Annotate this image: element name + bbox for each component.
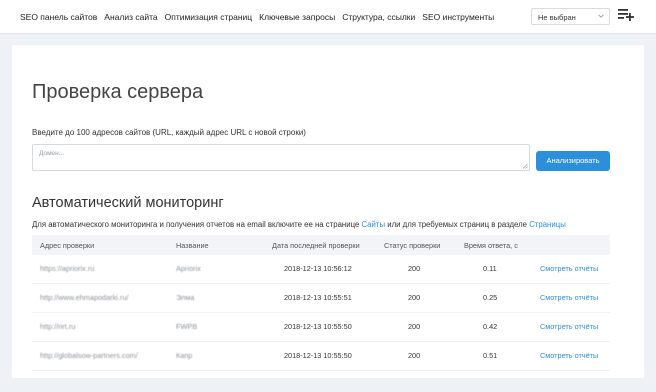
view-reports-link[interactable]: Смотреть отчёты bbox=[540, 322, 598, 331]
site-select-value: Не выбран bbox=[538, 13, 576, 22]
nav-site-analysis[interactable]: Анализ сайта bbox=[104, 12, 157, 22]
top-bar: SEO панель сайтов Анализ сайта Оптимизац… bbox=[0, 0, 656, 34]
nav-seo-tools[interactable]: SEO инструменты bbox=[422, 12, 494, 22]
cell-time: 0.42 bbox=[483, 322, 498, 331]
cell-time: 0.11 bbox=[483, 264, 497, 273]
main-card: Проверка сервера Введите до 100 адресов … bbox=[12, 45, 644, 378]
cell-status: 200 bbox=[408, 293, 421, 302]
main-nav: SEO панель сайтов Анализ сайта Оптимизац… bbox=[20, 12, 501, 22]
urls-textarea[interactable]: Домен... bbox=[32, 144, 530, 171]
header-time: Время ответа, с bbox=[464, 241, 518, 250]
view-reports-link[interactable]: Смотреть отчёты bbox=[540, 351, 598, 360]
monitoring-description: Для автоматического мониторинга и получе… bbox=[32, 220, 566, 229]
cell-status: 200 bbox=[408, 264, 421, 273]
table-row: http://rirt.ru FWPB 2018-12-13 10:55:50 … bbox=[32, 313, 610, 342]
nav-seo-panel[interactable]: SEO панель сайтов bbox=[20, 12, 97, 22]
chevron-down-icon bbox=[598, 14, 604, 18]
cell-name: Капр bbox=[176, 351, 193, 360]
cell-status: 200 bbox=[408, 322, 421, 331]
table-header: Адрес проверки Название Дата последней п… bbox=[32, 235, 610, 255]
table-row: http://www.ehmapodarki.ru/ Элма 2018-12-… bbox=[32, 284, 610, 313]
header-status: Статус проверки bbox=[384, 241, 441, 250]
header-date: Дата последней проверки bbox=[272, 241, 360, 250]
cell-date: 2018-12-13 10:56:12 bbox=[284, 264, 352, 273]
cell-name: FWPB bbox=[176, 322, 198, 331]
monitoring-table: Адрес проверки Название Дата последней п… bbox=[32, 235, 610, 371]
cell-url: http://rirt.ru bbox=[40, 322, 76, 331]
header-url: Адрес проверки bbox=[40, 241, 95, 250]
site-select[interactable]: Не выбран bbox=[531, 8, 610, 25]
nav-structure-links[interactable]: Структура, ссылки bbox=[342, 12, 415, 22]
cell-url: https://apriorix.ru bbox=[40, 264, 95, 273]
cell-time: 0.25 bbox=[483, 293, 498, 302]
sites-link[interactable]: Сайты bbox=[361, 220, 385, 229]
analyze-button[interactable]: Анализировать bbox=[536, 151, 610, 171]
page-title: Проверка сервера bbox=[32, 81, 204, 103]
cell-url: http://globalsow-partners.com/ bbox=[40, 351, 138, 360]
playlist-add-icon[interactable] bbox=[618, 8, 634, 22]
table-row: http://globalsow-partners.com/ Капр 2018… bbox=[32, 342, 610, 371]
header-name: Название bbox=[176, 241, 209, 250]
nav-page-optimization[interactable]: Оптимизация страниц bbox=[165, 12, 253, 22]
cell-url: http://www.ehmapodarki.ru/ bbox=[40, 293, 129, 302]
cell-date: 2018-12-13 10:55:50 bbox=[284, 351, 352, 360]
cell-time: 0.51 bbox=[483, 351, 498, 360]
urls-hint: Введите до 100 адресов сайтов (URL, кажд… bbox=[32, 128, 306, 137]
cell-name: Элма bbox=[176, 293, 195, 302]
desc-text-2: или для требуемых страниц в разделе bbox=[385, 220, 530, 229]
monitoring-title: Автоматический мониторинг bbox=[32, 195, 224, 211]
cell-status: 200 bbox=[408, 351, 421, 360]
urls-placeholder: Домен... bbox=[39, 150, 65, 157]
desc-text-1: Для автоматического мониторинга и получе… bbox=[32, 220, 362, 229]
view-reports-link[interactable]: Смотреть отчёты bbox=[540, 293, 598, 302]
nav-keywords[interactable]: Ключевые запросы bbox=[259, 12, 335, 22]
cell-date: 2018-12-13 10:55:51 bbox=[284, 293, 352, 302]
resize-handle-icon[interactable] bbox=[522, 163, 528, 169]
cell-name: Apriorix bbox=[176, 264, 201, 273]
cell-date: 2018-12-13 10:55:50 bbox=[284, 322, 352, 331]
view-reports-link[interactable]: Смотреть отчёты bbox=[540, 264, 598, 273]
pages-link[interactable]: Страницы bbox=[529, 220, 566, 229]
table-row: https://apriorix.ru Apriorix 2018-12-13 … bbox=[32, 255, 610, 284]
